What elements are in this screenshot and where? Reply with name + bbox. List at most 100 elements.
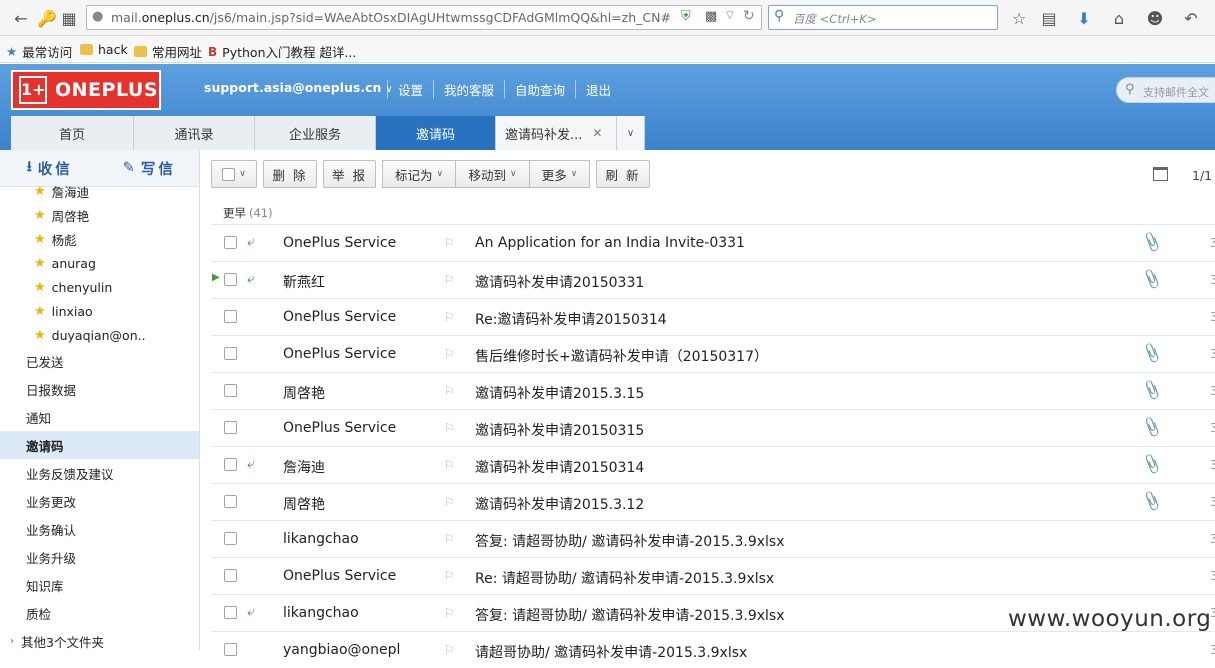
flag-icon[interactable]: ⚐: [444, 347, 455, 361]
watermark: www.wooyun.org: [1008, 606, 1212, 632]
oneplus-logo[interactable]: 1+ ONEPLUS: [11, 70, 161, 110]
mail-search-input[interactable]: ⚲ 支持邮件全文: [1116, 77, 1215, 103]
mail-sender: OnePlus Service: [283, 309, 397, 325]
tab-invite-code[interactable]: 邀请码: [376, 116, 496, 150]
account-menu[interactable]: support.asia@oneplus.cn ∨: [204, 80, 393, 95]
star-icon[interactable]: ☆: [1008, 7, 1030, 29]
compose-button[interactable]: ✎ 写信: [100, 150, 200, 186]
close-icon[interactable]: ✕: [592, 126, 602, 140]
qrcode-icon[interactable]: ▩: [705, 9, 717, 24]
flag-icon[interactable]: ⚐: [444, 458, 455, 472]
attachment-icon: 📎: [1140, 341, 1165, 365]
mail-checkbox[interactable]: [224, 347, 237, 360]
mail-row[interactable]: OnePlus Service ⚐ 售后维修时长+邀请码补发申请（20150317）…: [211, 335, 1215, 372]
star-icon: ★: [34, 303, 46, 319]
folder-invite-code[interactable]: 邀请码: [0, 431, 199, 459]
mail-checkbox[interactable]: [224, 458, 237, 471]
dropdown-icon[interactable]: ▽: [726, 10, 734, 21]
mail-row[interactable]: 周啓艳 ⚐ 邀请码补发申请2015.3.15 📎 3: [211, 372, 1215, 409]
flag-icon[interactable]: ⚐: [444, 643, 455, 657]
bookmark-common-sites[interactable]: 常用网址: [134, 42, 202, 61]
mail-checkbox[interactable]: [224, 606, 237, 619]
mail-row[interactable]: 周啓艳 ⚐ 邀请码补发申请2015.3.12 📎 3: [211, 483, 1215, 520]
folder-changes[interactable]: 业务更改: [0, 487, 199, 515]
back-icon[interactable]: ←: [10, 7, 32, 29]
undo-icon[interactable]: ↶: [1180, 7, 1202, 29]
select-all-checkbox[interactable]: [222, 167, 236, 181]
folder-more[interactable]: › 其他3个文件夹: [0, 627, 199, 650]
tab-overflow[interactable]: ∨: [617, 116, 645, 150]
mail-checkbox[interactable]: [224, 532, 237, 545]
contact-item[interactable]: ★ 杨彪: [0, 227, 199, 251]
replied-icon: ⤶: [247, 271, 255, 287]
contact-item[interactable]: ★ chenyulin: [0, 275, 199, 299]
flag-icon[interactable]: ⚐: [444, 273, 455, 287]
flag-icon[interactable]: ⚐: [444, 384, 455, 398]
mail-checkbox[interactable]: [224, 273, 237, 286]
download-icon[interactable]: ⬇: [1073, 7, 1095, 29]
bookmark-hack[interactable]: hack: [80, 42, 128, 57]
mail-checkbox[interactable]: [224, 495, 237, 508]
flag-icon[interactable]: ⚐: [444, 606, 455, 620]
flag-icon[interactable]: ⚐: [444, 569, 455, 583]
self-service-link[interactable]: 自助查询: [504, 80, 575, 99]
home-icon[interactable]: ⌂: [1108, 7, 1130, 29]
mail-row[interactable]: OnePlus Service ⚐ Re:邀请码补发申请20150314 3: [211, 298, 1215, 335]
flag-icon[interactable]: ⚐: [444, 421, 455, 435]
chat-icon[interactable]: ☻: [1144, 7, 1166, 29]
customer-service-link[interactable]: 我的客服: [433, 80, 504, 99]
bookmark-most-visited[interactable]: ★ 最常访问: [6, 42, 72, 61]
mail-checkbox[interactable]: [224, 310, 237, 323]
browser-search[interactable]: ⚲ 百度 <Ctrl+K>: [768, 5, 998, 30]
star-icon: ★: [34, 255, 46, 271]
folder-feedback[interactable]: 业务反馈及建议: [0, 459, 199, 487]
header-links: 设置 我的客服 自助查询 退出: [387, 80, 621, 99]
mail-checkbox[interactable]: [224, 421, 237, 434]
delete-button[interactable]: 删 除: [263, 160, 317, 188]
mail-checkbox[interactable]: [224, 236, 237, 249]
mail-checkbox[interactable]: [224, 384, 237, 397]
refresh-button[interactable]: 刷 新: [596, 160, 650, 188]
flag-icon[interactable]: ⚐: [444, 532, 455, 546]
tab-contacts[interactable]: 通讯录: [134, 116, 255, 150]
calendar-icon[interactable]: [1153, 167, 1168, 181]
mail-sender: 周啓艳: [283, 386, 325, 402]
shield-icon[interactable]: ⛨: [681, 9, 691, 24]
library-icon[interactable]: ▤: [1038, 7, 1060, 29]
folder-qc[interactable]: 质检: [0, 599, 199, 627]
mail-row[interactable]: ⤶ OnePlus Service ⚐ An Application for an I…: [211, 224, 1215, 261]
settings-link[interactable]: 设置: [387, 80, 433, 99]
refresh-icon[interactable]: ↻: [743, 8, 755, 24]
mail-row[interactable]: OnePlus Service ⚐ Re: 请超哥协助/ 邀请码补发申请-2015.…: [211, 557, 1215, 594]
url-bar[interactable]: ● mail.oneplus.cn/js6/main.jsp?sid=WAeAb…: [86, 5, 762, 30]
mail-row[interactable]: likangchao ⚐ 答复: 请超哥协助/ 邀请码补发申请-2015.3.9xl…: [211, 520, 1215, 557]
folder-knowledge-base[interactable]: 知识库: [0, 571, 199, 599]
mail-row[interactable]: OnePlus Service ⚐ 邀请码补发申请20150315 📎 3: [211, 409, 1215, 446]
select-all-dropdown[interactable]: ∨: [211, 160, 257, 188]
move-to-button[interactable]: 移动到 ∨: [455, 160, 529, 188]
folder-upgrade[interactable]: 业务升级: [0, 543, 199, 571]
flag-icon[interactable]: ⚐: [444, 495, 455, 509]
logout-link[interactable]: 退出: [575, 80, 621, 99]
tab-enterprise[interactable]: 企业服务: [255, 116, 376, 150]
report-button[interactable]: 举 报: [323, 160, 376, 188]
flag-icon[interactable]: ⚐: [444, 236, 455, 250]
more-button[interactable]: 更多 ∨: [529, 160, 590, 188]
contact-item[interactable]: ★ 周啓艳: [0, 203, 199, 227]
mail-row[interactable]: ▶ ⤶ 靳燕红 ⚐ 邀请码补发申请20150331 📎 3: [211, 261, 1215, 298]
folder-daily-report[interactable]: 日报数据: [0, 375, 199, 403]
folder-sent[interactable]: 已发送: [0, 347, 199, 375]
bookmark-python[interactable]: B Python入门教程 超详...: [208, 42, 356, 61]
flag-icon[interactable]: ⚐: [444, 310, 455, 324]
folder-confirm[interactable]: 业务确认: [0, 515, 199, 543]
tab-invite-reissue[interactable]: 邀请码补发... ✕: [496, 116, 617, 150]
mail-checkbox[interactable]: [224, 569, 237, 582]
mark-as-button[interactable]: 标记为 ∨: [382, 160, 455, 188]
group-header: 更早 (41): [223, 205, 273, 221]
mail-row[interactable]: ⤶ 詹海迪 ⚐ 邀请码补发申请20150314 📎 3: [211, 446, 1215, 483]
folder-notice[interactable]: 通知: [0, 403, 199, 431]
contact-item[interactable]: ★ duyaqian@on..: [0, 323, 199, 347]
contact-item[interactable]: ★ linxiao: [0, 299, 199, 323]
tab-home[interactable]: 首页: [11, 116, 134, 150]
contact-item[interactable]: ★ anurag: [0, 251, 199, 275]
